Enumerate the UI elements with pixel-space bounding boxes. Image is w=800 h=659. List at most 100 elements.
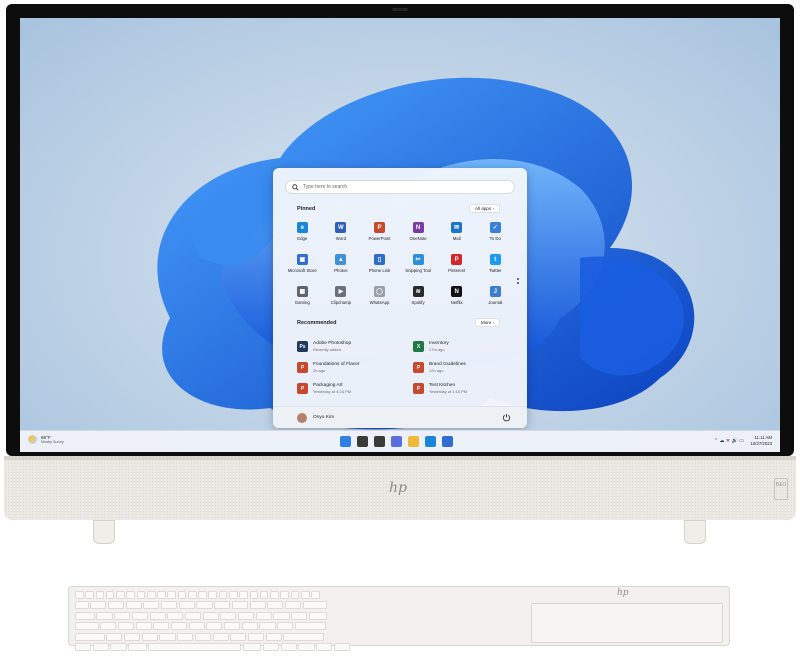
pinned-page-indicator[interactable] — [517, 278, 520, 292]
keyboard-key[interactable] — [202, 611, 219, 620]
keyboard-key[interactable] — [220, 611, 237, 620]
pinned-app[interactable]: ◯ WhatsApp — [360, 284, 399, 316]
keyboard-key[interactable] — [177, 632, 194, 641]
keyboard-key[interactable] — [90, 601, 107, 610]
keyboard-key[interactable] — [153, 622, 170, 631]
keyboard-key[interactable] — [75, 622, 99, 631]
keyboard-key[interactable] — [198, 591, 207, 599]
keyboard-key[interactable] — [242, 642, 262, 651]
chat-icon[interactable] — [391, 436, 402, 447]
pinned-app[interactable]: ▲ Photos — [322, 252, 361, 284]
keyboard-key[interactable] — [239, 591, 248, 599]
keyboard-key[interactable] — [117, 622, 134, 631]
keyboard-key[interactable] — [85, 591, 94, 599]
more-button[interactable]: More › — [475, 318, 501, 327]
recommended-item[interactable]: P Packaging Art Yesterday at 4:24 PM — [297, 378, 413, 399]
keyboard-key[interactable] — [259, 622, 276, 631]
all-apps-button[interactable]: All apps › — [469, 204, 500, 213]
keyboard-key[interactable] — [249, 591, 259, 599]
power-icon[interactable] — [502, 413, 511, 422]
pinned-app[interactable]: ✓ To Do — [476, 220, 515, 252]
keyboard-key[interactable] — [291, 611, 308, 620]
keyboard-key[interactable] — [92, 642, 109, 651]
search-icon[interactable] — [357, 436, 368, 447]
pinned-app[interactable]: ▯ Phone Link — [360, 252, 399, 284]
pinned-app[interactable]: P Pinterest — [437, 252, 476, 284]
pinned-app[interactable]: W Word — [322, 220, 361, 252]
edge-icon[interactable] — [425, 436, 436, 447]
keyboard-key[interactable] — [218, 591, 228, 599]
keyboard-key[interactable] — [131, 611, 148, 620]
keyboard-key[interactable] — [161, 601, 178, 610]
task-view-icon[interactable] — [374, 436, 385, 447]
keyboard-key[interactable] — [125, 601, 142, 610]
keyboard-key[interactable] — [228, 591, 238, 599]
keyboard-key[interactable] — [75, 611, 95, 620]
keyboard-key[interactable] — [302, 601, 328, 610]
tray-icons[interactable]: ⌃ ☁ ᯤ 🔊 ▭ — [714, 438, 744, 444]
keyboard-key[interactable] — [159, 632, 176, 641]
pinned-app[interactable]: ✉ Mail — [437, 220, 476, 252]
keyboard-key[interactable] — [241, 622, 258, 631]
keyboard-key[interactable] — [194, 632, 211, 641]
keyboard-key[interactable] — [187, 591, 197, 599]
keyboard-key[interactable] — [157, 591, 166, 599]
keyboard-key[interactable] — [75, 632, 105, 641]
keyboard-key[interactable] — [300, 591, 310, 599]
pinned-app[interactable]: ▦ Gaming — [283, 284, 322, 316]
keyboard-key[interactable] — [316, 642, 333, 651]
keyboard-key[interactable] — [143, 601, 160, 610]
recommended-item[interactable]: P Test Kitchen Yesterday at 1:15 PM — [413, 378, 507, 399]
keyboard-key[interactable] — [149, 611, 166, 620]
keyboard-key[interactable] — [100, 622, 117, 631]
keyboard-key[interactable] — [148, 642, 242, 651]
keyboard-key[interactable] — [95, 591, 105, 599]
keyboard-key[interactable] — [238, 611, 255, 620]
keyboard-key[interactable] — [128, 642, 147, 651]
keyboard-key[interactable] — [75, 601, 89, 610]
pinned-app[interactable]: ▣ Microsoft Store — [283, 252, 322, 284]
keyboard-key[interactable] — [146, 591, 156, 599]
pinned-app[interactable]: t Twitter — [476, 252, 515, 284]
keyboard-key[interactable] — [280, 642, 297, 651]
keyboard-key[interactable] — [259, 591, 269, 599]
windows-start-icon[interactable] — [340, 436, 351, 447]
keyboard-key[interactable] — [249, 601, 266, 610]
recommended-item[interactable]: X Inventory 17m ago — [413, 336, 507, 357]
touchpad[interactable] — [531, 603, 723, 643]
keyboard-key[interactable] — [116, 591, 125, 599]
user-avatar[interactable] — [297, 413, 307, 423]
keyboard-key[interactable] — [96, 611, 113, 620]
keyboard-key[interactable] — [255, 611, 272, 620]
file-explorer-icon[interactable] — [408, 436, 419, 447]
keyboard-key[interactable] — [188, 622, 205, 631]
pinned-app[interactable]: P PowerPoint — [360, 220, 399, 252]
keyboard-key[interactable] — [333, 642, 350, 651]
keyboard-key[interactable] — [277, 622, 294, 631]
pinned-app[interactable]: ▶ Clipchamp — [322, 284, 361, 316]
keyboard-key[interactable] — [267, 601, 284, 610]
keyboard-key[interactable] — [308, 611, 328, 620]
keyboard-key[interactable] — [141, 632, 158, 641]
keyboard-key[interactable] — [106, 632, 123, 641]
keyboard-key[interactable] — [206, 622, 223, 631]
keyboard-key[interactable] — [247, 632, 265, 641]
keyboard-key[interactable] — [214, 601, 231, 610]
keyboard-key[interactable] — [208, 591, 218, 599]
keyboard-key[interactable] — [75, 591, 84, 599]
keyboard-key[interactable] — [273, 611, 290, 620]
store-icon[interactable] — [442, 436, 453, 447]
start-search-input[interactable]: Type here to search — [285, 180, 515, 194]
keyboard-key[interactable] — [265, 632, 282, 641]
keyboard-key[interactable] — [224, 622, 241, 631]
keyboard-key[interactable] — [75, 642, 92, 651]
keyboard-key[interactable] — [126, 591, 135, 599]
keyboard-key[interactable] — [184, 611, 202, 620]
desktop-screen[interactable]: Type here to search Pinned All apps › eE… — [20, 18, 780, 452]
keyboard-key[interactable] — [231, 601, 248, 610]
keyboard-key[interactable] — [167, 591, 177, 599]
keyboard-key[interactable] — [283, 632, 325, 641]
keyboard-key[interactable] — [110, 642, 127, 651]
keyboard-key[interactable] — [284, 601, 302, 610]
keyboard-key[interactable] — [107, 601, 125, 610]
